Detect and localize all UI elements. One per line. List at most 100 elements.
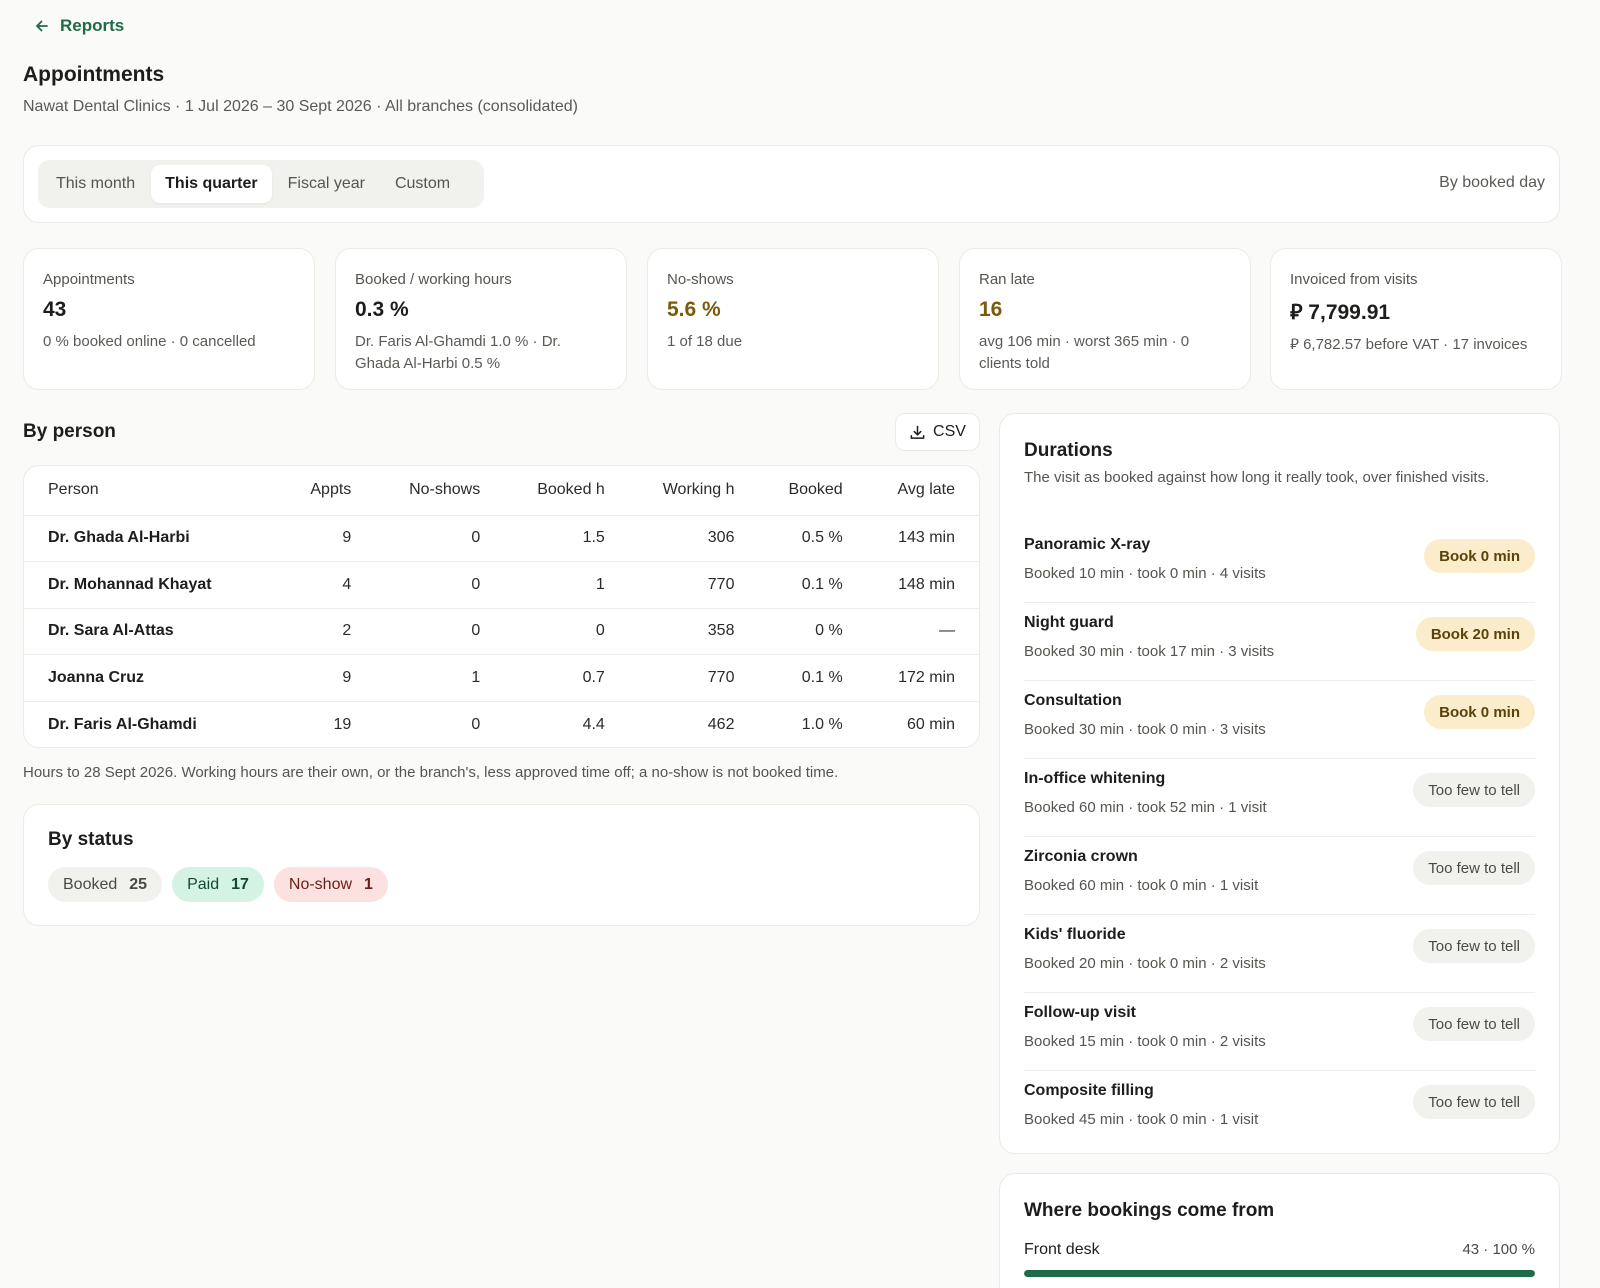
kpi-note: avg 106 min · worst 365 min · 0 clients … <box>979 333 1190 372</box>
kpi-label: Appointments <box>43 271 135 288</box>
by-status-title: By status <box>48 829 134 850</box>
duration-badge: Too few to tell <box>1413 1007 1535 1041</box>
kpi-value: 43 <box>43 298 67 321</box>
service-meta: Booked 15 min · took 0 min · 2 visits <box>1024 1033 1266 1050</box>
list-item: Kids' fluoride Booked 20 min · took 0 mi… <box>1024 915 1535 993</box>
status-chip-paid[interactable]: Paid 17 <box>172 867 264 902</box>
period-custom[interactable]: Custom <box>381 165 464 203</box>
column-header[interactable]: Person <box>24 466 284 516</box>
kpi-value: ⃁ 7,799.91 <box>1290 301 1391 324</box>
table-cell: 1.0 % <box>801 715 843 733</box>
duration-badge: Too few to tell <box>1413 851 1535 885</box>
service-meta: Booked 45 min · took 0 min · 1 visit <box>1024 1111 1259 1128</box>
status-chip-booked[interactable]: Booked 25 <box>48 867 163 902</box>
kpi-label: No-shows <box>667 271 734 288</box>
durations-title: Durations <box>1024 440 1113 461</box>
kpi-booked-working-hours: Booked / working hours 0.3 % Dr. Faris A… <box>335 248 627 390</box>
back-link-label: Reports <box>60 16 125 35</box>
duration-badge: Too few to tell <box>1413 1085 1535 1119</box>
table-cell: 1 <box>504 561 629 609</box>
chip-label: Booked <box>63 875 118 893</box>
table-cell: 0 <box>471 715 481 733</box>
table-cell: 0 <box>375 561 505 609</box>
source-value: 43 · 100 % <box>1462 1241 1535 1258</box>
kpi-invoiced: Invoiced from visits ⃁ 7,799.91 ⃁ 6,782.… <box>1270 248 1562 390</box>
grouping-toggle[interactable]: By booked day <box>1439 174 1545 192</box>
by-status-card: By status Booked 25 Paid 17 No-show 1 <box>23 804 980 926</box>
csv-export-button[interactable]: CSV <box>895 413 980 451</box>
table-cell: — <box>866 608 979 655</box>
kpi-label: Invoiced from visits <box>1290 271 1418 288</box>
arrow-left-icon <box>36 20 48 32</box>
kpi-label: Ran late <box>979 271 1035 288</box>
chip-count: 17 <box>231 875 249 893</box>
list-item: In-office whitening Booked 60 min · took… <box>1024 759 1535 837</box>
table-cell: 770 <box>628 654 759 702</box>
column-header[interactable]: Appts <box>283 466 376 516</box>
column-header[interactable]: Working h <box>628 466 759 516</box>
status-chip-no-show[interactable]: No-show 1 <box>273 867 388 902</box>
column-header[interactable]: Booked <box>758 466 867 516</box>
table-cell: 1.5 <box>504 515 629 562</box>
source-progress-bar <box>1024 1270 1535 1277</box>
page-subtitle: Nawat Dental Clinics · 1 Jul 2026 – 30 S… <box>23 98 578 115</box>
service-meta: Booked 10 min · took 0 min · 4 visits <box>1024 565 1266 582</box>
table-cell: 4.4 <box>582 715 605 733</box>
filter-bar: This month This quarter Fiscal year Cust… <box>23 145 1560 223</box>
table-cell: 0.1 % <box>758 654 867 702</box>
kpi-label: Booked / working hours <box>355 271 512 288</box>
table-cell: 0 % <box>758 608 867 655</box>
column-header[interactable]: Avg late <box>866 466 979 516</box>
list-item: Composite filling Booked 45 min · took 0… <box>1024 1071 1535 1149</box>
kpi-note: 0 % booked online · 0 cancelled <box>43 333 256 350</box>
table-cell: 60 min <box>906 715 955 733</box>
chip-label: Paid <box>187 875 220 893</box>
booking-sources-title: Where bookings come from <box>1024 1200 1275 1221</box>
table-cell: 143 min <box>866 515 979 562</box>
duration-badge: Book 0 min <box>1424 539 1535 573</box>
table-cell: 172 min <box>866 654 979 702</box>
list-item: Consultation Booked 30 min · took 0 min … <box>1024 681 1535 759</box>
table-cell: 462 <box>707 715 735 733</box>
period-fiscal-year[interactable]: Fiscal year <box>274 165 379 203</box>
service-name: Consultation <box>1024 692 1122 709</box>
table-cell: 0 <box>375 515 505 562</box>
kpi-no-shows: No-shows 5.6 % 1 of 18 due <box>647 248 939 390</box>
table-cell: 9 <box>283 654 376 702</box>
table-cell: Joanna Cruz <box>24 654 284 702</box>
period-this-quarter[interactable]: This quarter <box>151 165 272 203</box>
table-row[interactable]: Joanna Cruz 9 1 0.7 770 0.1 % 172 min <box>24 654 979 702</box>
list-item: Panoramic X-ray Booked 10 min · took 0 m… <box>1024 525 1535 603</box>
table-row[interactable]: Dr. Faris Al-Ghamdi 19 0 4.4 462 1.0 % 6… <box>24 701 979 747</box>
kpi-ran-late: Ran late 16 avg 106 min · worst 365 min … <box>959 248 1251 390</box>
table-cell: Dr. Mohannad Khayat <box>24 561 284 609</box>
durations-description: The visit as booked against how long it … <box>1024 469 1490 486</box>
kpi-value: 5.6 % <box>667 298 721 321</box>
table-cell: Dr. Ghada Al-Harbi <box>24 515 284 562</box>
kpi-value: 16 <box>979 298 1003 321</box>
kpi-note: Dr. Faris Al-Ghamdi 1.0 % · Dr. Ghada Al… <box>355 333 561 372</box>
table-cell: 0.1 % <box>758 561 867 609</box>
list-item: Night guard Booked 30 min · took 17 min … <box>1024 603 1535 681</box>
service-name: In-office whitening <box>1024 770 1166 787</box>
back-to-reports-link[interactable]: Reports <box>34 16 124 36</box>
table-row[interactable]: Dr. Mohannad Khayat 4 0 1 770 0.1 % 148 … <box>24 561 979 609</box>
table-cell: 4 <box>283 561 376 609</box>
table-cell: 19 <box>333 715 352 733</box>
table-cell: Dr. Faris Al-Ghamdi <box>48 715 197 733</box>
table-cell: 0 <box>504 608 629 655</box>
duration-badge: Too few to tell <box>1413 929 1535 963</box>
download-icon <box>910 425 925 439</box>
period-this-month[interactable]: This month <box>42 165 149 203</box>
service-name: Composite filling <box>1024 1082 1154 1099</box>
column-header[interactable]: No-shows <box>375 466 505 516</box>
table-cell: 0.7 <box>504 654 629 702</box>
booking-sources-card: Where bookings come from Front desk 43 ·… <box>999 1173 1560 1288</box>
table-row[interactable]: Dr. Ghada Al-Harbi 9 0 1.5 306 0.5 % 143… <box>24 515 979 562</box>
duration-badge: Too few to tell <box>1413 773 1535 807</box>
column-header[interactable]: Booked h <box>504 466 629 516</box>
table-cell: 358 <box>628 608 759 655</box>
by-person-table: Person Appts No-shows Booked h Working h… <box>23 465 980 748</box>
table-row[interactable]: Dr. Sara Al-Attas 2 0 0 358 0 % — <box>24 608 979 655</box>
list-item: Follow-up visit Booked 15 min · took 0 m… <box>1024 993 1535 1071</box>
